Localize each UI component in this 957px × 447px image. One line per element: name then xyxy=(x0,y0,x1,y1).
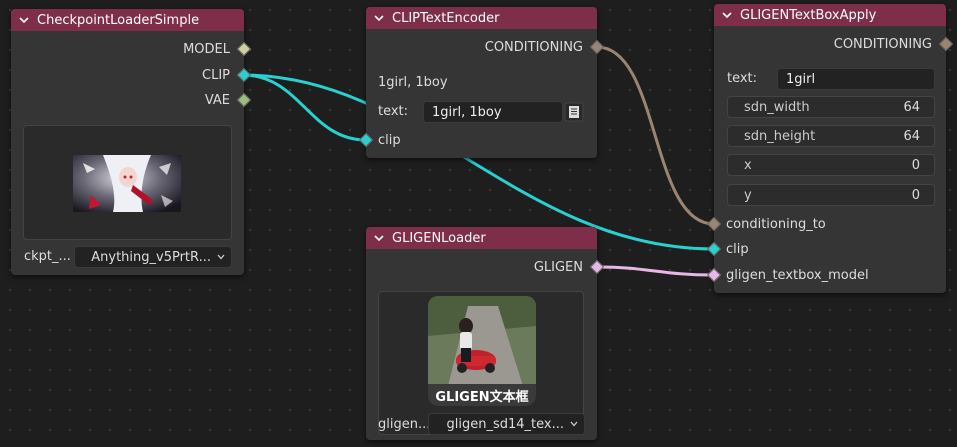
edit-text-icon[interactable] xyxy=(564,102,584,122)
apply-text-label: text: xyxy=(727,71,758,86)
node-title: CLIPTextEncoder xyxy=(392,10,500,26)
chevron-down-icon[interactable] xyxy=(722,11,732,19)
output-gligen[interactable]: GLIGEN xyxy=(534,257,597,277)
widget-value: 0 xyxy=(911,157,920,173)
output-label: CONDITIONING xyxy=(833,36,932,52)
gligen-name-select[interactable]: gligen_sd14_tex... xyxy=(428,413,585,435)
widget-label: y xyxy=(744,187,752,203)
gligen-thumbnail: GLIGEN文本框 xyxy=(428,296,536,406)
apply-text-value: 1girl xyxy=(786,71,816,87)
input-label: clip xyxy=(378,132,401,148)
output-label: MODEL xyxy=(183,41,230,57)
widget-label: sdn_width xyxy=(744,99,810,115)
checkpoint-preview xyxy=(23,125,232,240)
wire-clip-to-clipencoder xyxy=(242,73,367,142)
ckpt-name-select[interactable]: Anything_v5PrtR... xyxy=(74,246,232,268)
output-conditioning[interactable]: CONDITIONING xyxy=(485,37,597,57)
anime-girl-thumbnail xyxy=(73,155,181,212)
output-label: CLIP xyxy=(202,67,230,83)
gligen-caption-bar: GLIGEN文本框 xyxy=(428,384,536,406)
x-field[interactable]: x 0 xyxy=(727,154,935,176)
output-label: CONDITIONING xyxy=(484,39,583,55)
car-photo-image xyxy=(428,296,536,386)
chevron-down-icon xyxy=(217,254,225,260)
clip-encoder-header[interactable]: CLIPTextEncoder xyxy=(366,7,597,29)
gligen-widget-label: gligen... xyxy=(378,417,431,432)
sdn-height-field[interactable]: sdn_height 64 xyxy=(727,125,935,147)
widget-value: 0 xyxy=(911,187,920,203)
text-display: 1girl, 1boy xyxy=(378,75,448,90)
checkpoint-loader-node[interactable]: CheckpointLoaderSimple MODEL CLIP VAE ck… xyxy=(11,9,252,275)
wire-conditioning-to-apply xyxy=(596,45,715,226)
output-label: VAE xyxy=(204,92,230,108)
widget-label: sdn_height xyxy=(744,128,816,144)
widget-value: 64 xyxy=(903,128,920,144)
chevron-down-icon[interactable] xyxy=(374,234,384,242)
y-field[interactable]: y 0 xyxy=(727,184,935,206)
clip-text-value: 1girl, 1boy xyxy=(432,104,502,120)
node-title: CheckpointLoaderSimple xyxy=(37,12,200,28)
input-gligen-textbox-model[interactable]: gligen_textbox_model xyxy=(714,265,869,285)
clip-text-input[interactable]: 1girl, 1boy xyxy=(423,101,563,123)
wire-gligen-to-apply xyxy=(596,265,715,277)
textbox-apply-header[interactable]: GLIGENTextBoxApply xyxy=(714,4,946,26)
chevron-down-icon xyxy=(570,421,578,427)
output-label: GLIGEN xyxy=(533,259,583,275)
checkpoint-loader-header[interactable]: CheckpointLoaderSimple xyxy=(11,9,244,31)
input-label: conditioning_to xyxy=(726,216,826,232)
gligen-caption: GLIGEN文本框 xyxy=(435,389,529,405)
node-title: GLIGENLoader xyxy=(392,230,486,246)
chevron-down-icon[interactable] xyxy=(19,16,29,24)
gligen-loader-header[interactable]: GLIGENLoader xyxy=(366,227,597,249)
sdn-width-field[interactable]: sdn_width 64 xyxy=(727,96,935,118)
ckpt-widget-label: ckpt_... xyxy=(24,249,71,264)
output-conditioning[interactable]: CONDITIONING xyxy=(834,34,946,54)
input-label: clip xyxy=(726,241,749,257)
output-model[interactable]: MODEL xyxy=(183,39,244,59)
ckpt-name-value: Anything_v5PrtR... xyxy=(91,249,211,265)
widget-value: 64 xyxy=(903,99,920,115)
chevron-down-icon[interactable] xyxy=(374,14,384,22)
text-widget-label: text: xyxy=(378,104,409,119)
widget-label: x xyxy=(744,157,752,173)
clip-text-encoder-node[interactable]: CLIPTextEncoder CONDITIONING 1girl, 1boy… xyxy=(358,7,605,158)
input-conditioning-to[interactable]: conditioning_to xyxy=(714,214,826,234)
apply-text-input[interactable]: 1girl xyxy=(777,68,935,90)
node-title: GLIGENTextBoxApply xyxy=(740,7,877,23)
gligen-name-value: gligen_sd14_tex... xyxy=(446,416,565,432)
input-label: gligen_textbox_model xyxy=(726,267,869,283)
gligen-loader-node[interactable]: GLIGENLoader GLIGEN GLIGEN文本框 gligen... … xyxy=(366,227,605,440)
gligen-textbox-apply-node[interactable]: GLIGENTextBoxApply CONDITIONING text: 1g… xyxy=(706,4,954,293)
